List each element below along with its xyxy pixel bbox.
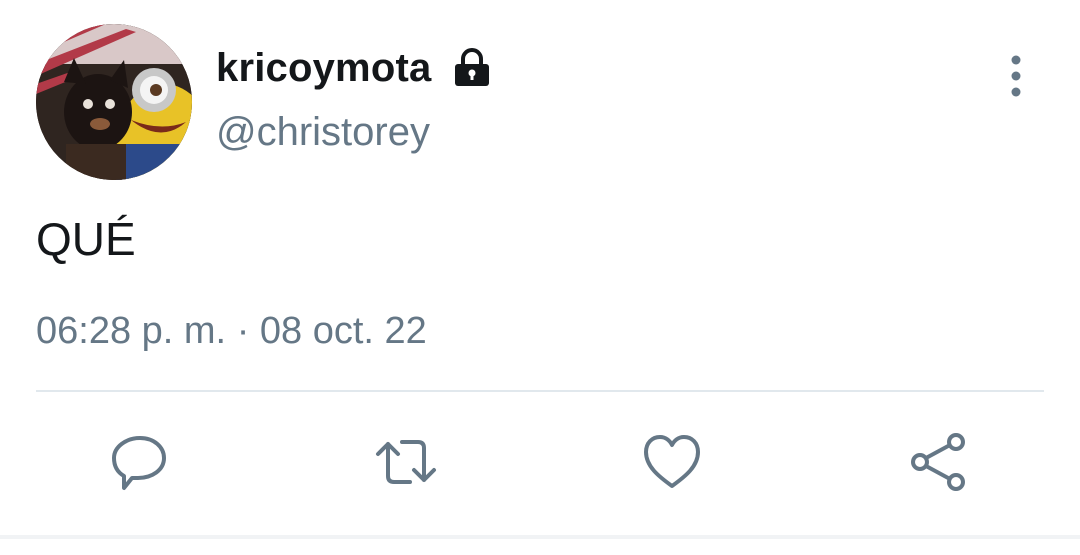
avatar[interactable]: [36, 24, 192, 180]
like-button[interactable]: [640, 430, 704, 494]
lock-icon: [451, 47, 493, 89]
tweet-timestamp[interactable]: 06:28 p. m. · 08 oct. 22: [36, 310, 427, 353]
user-handle[interactable]: @christorey: [216, 110, 430, 155]
retweet-icon: [376, 440, 436, 484]
tweet-time: 06:28 p. m.: [36, 310, 227, 352]
tweet-text: QUÉ: [36, 213, 136, 265]
share-icon: [911, 433, 965, 491]
avatar-image: [36, 24, 192, 180]
reply-icon: [112, 436, 166, 490]
tweet-card: kricoymota @christorey QUÉ 06:28 p. m. ·…: [0, 0, 1080, 555]
display-name-row: kricoymota: [216, 40, 493, 96]
bottom-separator: [0, 535, 1080, 539]
retweet-button[interactable]: [374, 430, 438, 494]
tweet-date: 08 oct. 22: [259, 310, 427, 352]
share-button[interactable]: [906, 430, 970, 494]
reply-button[interactable]: [108, 430, 172, 494]
display-name[interactable]: kricoymota: [216, 46, 431, 91]
divider: [36, 390, 1044, 392]
more-options-icon[interactable]: [1000, 52, 1032, 100]
like-icon: [644, 435, 700, 488]
timestamp-separator: ·: [236, 310, 250, 352]
